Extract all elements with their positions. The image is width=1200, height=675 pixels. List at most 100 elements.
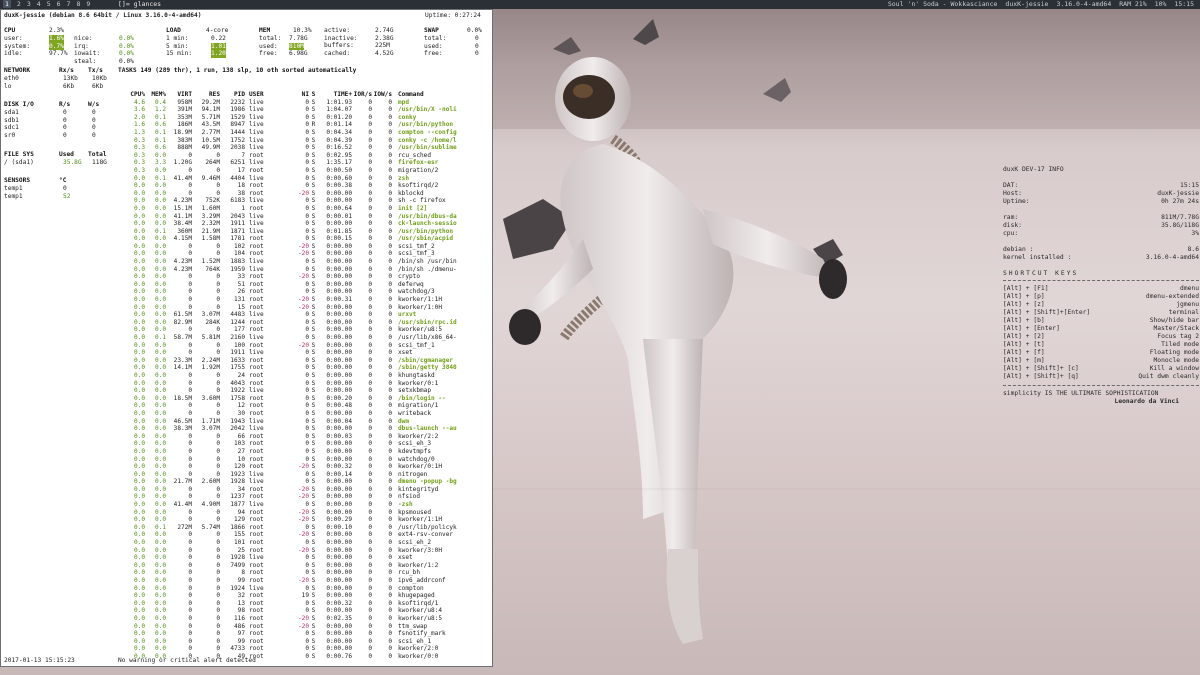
process-row[interactable]: 0.3 0.6 888M 49.9M 2038 live 0 S 0:16.52 0 0/usr/b… xyxy=(118,144,488,152)
process-row[interactable]: 0.0 0.0 0 0 486 root -20 S 0:00.00 0 0 ttm_swap xyxy=(118,623,488,631)
process-row[interactable]: 0.0 0.0 0 0 155 root -20 S 0:00.00 0 0 ext4-rsv-con… xyxy=(118,531,488,539)
workspace-tag-9[interactable]: 9 xyxy=(86,0,90,8)
process-row[interactable]: 0.0 0.0 0 0 101 root 0 S 0:00.00 0 0 scsi_eh_2 xyxy=(118,539,488,547)
process-row[interactable]: 0.0 0.0 0 0 99 root 0 S 0:00.00 0 0 scsi_eh_1 xyxy=(118,638,488,646)
process-row[interactable]: 0.0 0.0 4.23M 752K 6183 live 0 S 0:00.00 0 0 sh -c … xyxy=(118,197,488,205)
process-row[interactable]: 0.0 0.0 4.23M 764K 1959 live 0 S 0:00.00 0 0/bin/s… xyxy=(118,266,488,274)
process-row[interactable]: 3.6 1.2 391M 94.1M 1986 live 0 S 1:04.07 0 0/usr/b… xyxy=(118,106,488,114)
process-row[interactable]: 0.0 0.0 0 0 1237 root -20 S 0:00.00 0 0 nfsiod xyxy=(118,493,488,501)
workspace-tag-6[interactable]: 6 xyxy=(57,0,61,8)
process-row[interactable]: 0.0 0.0 15.1M 1.60M 1 root 0 S 0:00.64 0 0 init [2] xyxy=(118,205,488,213)
process-row[interactable]: 0.0 0.0 0 0 15 root -20 S 0:00.00 0 0 kworker/1:0H xyxy=(118,304,488,312)
process-cell: 0.0 xyxy=(133,561,145,569)
process-row[interactable]: 0.0 0.0 82.9M 284K 1244 root 0 S 0:00.00 0 0/usr/s… xyxy=(118,319,488,327)
workspace-tag-2[interactable]: 2 xyxy=(17,0,21,8)
process-row[interactable]: 0.0 0.0 0 0 131 root -20 S 0:00.31 0 0 kworker/1:1H xyxy=(118,296,488,304)
filesys-cell: 118G xyxy=(92,158,107,166)
process-row[interactable]: 0.0 0.0 0 0 1922 live 0 S 0:00.00 0 0 setxkbmap xyxy=(118,387,488,395)
process-row[interactable]: 0.0 0.0 0 0 26 root 0 S 0:00.00 0 0 watchdog/3 xyxy=(118,288,488,296)
workspace-tag-8[interactable]: 8 xyxy=(76,0,80,8)
process-row[interactable]: 0.0 0.0 0 0 25 root -20 S 0:00.00 0 0 kworker/3:0H xyxy=(118,547,488,555)
process-row[interactable]: 0.0 0.0 0 0 116 root -20 S 0:02.35 0 0 kworker/u8:5 xyxy=(118,615,488,623)
process-row[interactable]: 0.0 0.0 0 0 1923 live 0 S 0:00.14 0 0 nitrogen xyxy=(118,471,488,479)
process-cell: 0.0 xyxy=(154,349,166,357)
process-cell: 1:35.17 xyxy=(326,159,352,167)
process-row[interactable]: 0.0 0.0 0 0 66 root 0 S 0:00.03 0 0 kworker/2:2 xyxy=(118,433,488,441)
process-row[interactable]: 0.3 0.0 0 0 7 root 0 S 0:02.95 0 0 rcu_sched xyxy=(118,152,488,160)
layout-symbol[interactable]: []= xyxy=(118,0,130,8)
process-row[interactable]: 0.0 0.0 0 0 120 root -20 S 0:00.32 0 0 kworker/0:1H xyxy=(118,463,488,471)
process-row[interactable]: 0.0 0.0 0 0 30 root 0 S 0:00.00 0 0 writeback xyxy=(118,410,488,418)
sensors-cell: 0 xyxy=(63,185,67,193)
process-row[interactable]: 0.0 0.0 0 0 1911 live 0 S 0:00.00 0 0 xset xyxy=(118,349,488,357)
terminal-window-glances[interactable]: duxK-jessie (debian 8.6 64bit / Linux 3.… xyxy=(0,9,493,667)
process-row[interactable]: 1.3 0.1 18.9M 2.77M 1444 live 0 S 0:04.34 0 0 compt… xyxy=(118,129,488,137)
process-cell: S xyxy=(311,106,316,114)
process-row[interactable]: 0.0 0.0 0 0 12 root 0 S 0:00.48 0 0 migration/1 xyxy=(118,402,488,410)
process-row[interactable]: 0.0 0.1 360M 21.9M 1871 live 0 S 0:01.85 0 0/usr/b… xyxy=(118,228,488,236)
process-row[interactable]: 0.0 0.0 0 0 104 root -20 S 0:00.00 0 0 scsi_tmf_3 xyxy=(118,250,488,258)
process-row[interactable]: 4.6 0.4 958M 29.2M 2232 live 0 S 1:01.93 0 0 mpd xyxy=(118,99,488,107)
process-row[interactable]: 0.0 0.0 4.23M 1.52M 1883 live 0 S 0:00.00 0 0/bin/… xyxy=(118,258,488,266)
process-row[interactable]: 0.0 0.0 0 0 7499 root 0 S 0:00.00 0 0 kworker/1:2 xyxy=(118,562,488,570)
process-row[interactable]: 0.0 0.0 41.4M 4.90M 1877 live 0 S 0:00.00 0 0 -zsh xyxy=(118,501,488,509)
process-row[interactable]: 0.0 0.0 0 0 51 root 0 S 0:00.00 0 0 deferwq xyxy=(118,281,488,289)
process-row[interactable]: 0.0 0.0 46.5M 1.71M 1943 live 0 S 0:00.04 0 0 dwm xyxy=(118,418,488,426)
process-row[interactable]: 0.0 0.0 0 0 18 root 0 S 0:00.38 0 0 ksoftirqd/2 xyxy=(118,182,488,190)
process-row[interactable]: 0.0 0.1 41.4M 9.46M 4404 live 0 S 0:00.60 0 0 zsh xyxy=(118,175,488,183)
process-row[interactable]: 0.0 0.0 18.5M 3.60M 1758 root 0 S 0:00.20 0 0/bin/… xyxy=(118,395,488,403)
process-row[interactable]: 0.0 0.0 0 0 32 root 19 S 0:00.00 0 0 khugepaged xyxy=(118,592,488,600)
workspace-tag-1[interactable]: 1 xyxy=(3,0,11,8)
process-row[interactable]: 0.0 0.1 58.7M 5.81M 2160 live 0 S 0:00.00 0 0/usr/… xyxy=(118,334,488,342)
process-cell: 94.1M xyxy=(201,106,220,114)
process-cell: 4404 xyxy=(230,174,245,182)
process-row[interactable]: 0.0 0.0 0 0 8 root 0 S 0:00.00 0 0 rcu_bh xyxy=(118,569,488,577)
process-row[interactable]: 0.0 0.0 61.5M 3.07M 4483 live 0 S 0:00.00 0 0 urxvt xyxy=(118,311,488,319)
process-cell: 0 xyxy=(216,561,220,569)
process-row[interactable]: 0.0 0.0 0 0 38 root -20 S 0:00.00 0 0 kblockd xyxy=(118,190,488,198)
process-cell: 0 xyxy=(216,577,220,584)
process-row[interactable]: 0.0 0.0 14.1M 1.92M 1755 root 0 S 0:00.00 0 0/sbin… xyxy=(118,364,488,372)
process-row[interactable]: 0.0 0.1 272M 5.74M 1866 root 0 S 0:00.10 0 0/usr/l… xyxy=(118,524,488,532)
process-cell: 155 xyxy=(233,531,245,539)
workspace-tag-7[interactable]: 7 xyxy=(67,0,71,8)
process-row[interactable]: 0.0 0.0 4.15M 1.58M 1781 root 0 S 0:00.15 0 0/usr/… xyxy=(118,235,488,243)
process-row[interactable]: 0.0 0.0 0 0 97 root 0 S 0:00.00 0 0 fsnotify_mark xyxy=(118,630,488,638)
process-cell: 97 xyxy=(237,630,245,638)
process-row[interactable]: 0.0 0.0 41.1M 3.29M 2043 live 0 S 0:00.01 0 0/usr/… xyxy=(118,213,488,221)
process-row[interactable]: 0.0 0.0 0 0 177 root 0 S 0:00.00 0 0 kworker/u8:5 xyxy=(118,326,488,334)
process-row[interactable]: 0.0 0.0 0 0 1928 live 0 S 0:00.00 0 0 xset xyxy=(118,554,488,562)
process-row[interactable]: 0.0 0.0 38.3M 3.07M 2042 live 0 S 0:00.00 0 0 dbus-… xyxy=(118,425,488,433)
process-row[interactable]: 0.0 0.0 0 0 100 root -20 S 0:00.00 0 0 scsi_tmf_1 xyxy=(118,342,488,350)
process-row[interactable]: 0.0 0.0 0 0 4043 root 0 S 0:00.00 0 0 kworker/0:1 xyxy=(118,380,488,388)
process-row[interactable]: 0.0 0.0 23.3M 2.24M 1633 root 0 S 0:00.00 0 0/sbin… xyxy=(118,357,488,365)
workspace-tag-5[interactable]: 5 xyxy=(47,0,51,8)
process-row[interactable]: 0.0 0.0 0 0 24 root 0 S 0:00.00 0 0 khungtaskd xyxy=(118,372,488,380)
process-cell: 0 xyxy=(388,204,392,212)
process-row[interactable]: 2.0 0.1 353M 5.71M 1529 live 0 S 0:01.20 0 0 conky xyxy=(118,114,488,122)
process-row[interactable]: 0.0 0.0 0 0 33 root -20 S 0:00.00 0 0 crypto xyxy=(118,273,488,281)
process-row[interactable]: 0.0 0.0 0 0 99 root -20 S 0:00.00 0 0 ipv6_addrconf xyxy=(118,577,488,585)
process-row[interactable]: 0.0 0.0 0 0 13 root 0 S 0:00.32 0 0 ksoftirqd/1 xyxy=(118,600,488,608)
process-row[interactable]: 0.0 0.0 0 0 103 root 0 S 0:00.00 0 0 scsi_eh_3 xyxy=(118,440,488,448)
process-cell: 0 xyxy=(305,280,309,288)
process-row[interactable]: 0.0 0.0 0 0 34 root -20 S 0:00.00 0 0 kintegrityd xyxy=(118,486,488,494)
process-cell: 0 xyxy=(305,197,309,205)
process-row[interactable]: 0.0 0.0 0 0 129 root -20 S 0:00.29 0 0 kworker/1:1H xyxy=(118,516,488,524)
process-cell: live xyxy=(249,197,264,205)
process-row[interactable]: 0.0 0.0 0 0 94 root -20 S 0:00.00 0 0 kpsmoused xyxy=(118,509,488,517)
process-row[interactable]: 1.6 0.6 186M 43.5M 8947 live 0 R 0:01.14 0 0/usr/b… xyxy=(118,121,488,129)
process-row[interactable]: 0.3 3.3 1.20G 264M 6251 live 0 S 1:35.17 0 0 firefo… xyxy=(118,159,488,167)
process-row[interactable]: 0.0 0.0 0 0 10 root 0 S 0:00.00 0 0 watchdog/0 xyxy=(118,456,488,464)
process-row[interactable]: 0.0 0.0 0 0 4733 root 0 S 0:00.00 0 0 kworker/2:0 xyxy=(118,645,488,653)
process-row[interactable]: 0.0 0.0 21.7M 2.60M 1928 live 0 S 0:00.00 0 0 dmenu… xyxy=(118,478,488,486)
process-row[interactable]: 0.0 0.0 0 0 1924 live 0 S 0:00.00 0 0 compton xyxy=(118,585,488,593)
process-row[interactable]: 0.0 0.0 38.4M 2.32M 1911 live 0 S 0:00.00 0 0 ck-la… xyxy=(118,220,488,228)
process-row[interactable]: 0.0 0.0 0 0 27 root 0 S 0:00.00 0 0 kdevtmpfs xyxy=(118,448,488,456)
process-row[interactable]: 0.0 0.0 0 0 98 root 0 S 0:00.00 0 0 kworker/u8:4 xyxy=(118,607,488,615)
workspace-tag-4[interactable]: 4 xyxy=(37,0,41,8)
process-row[interactable]: 0.3 0.0 0 0 17 root 0 S 0:00.50 0 0 migration/2 xyxy=(118,167,488,175)
process-row[interactable]: 0.0 0.0 0 0 102 root -20 S 0:00.00 0 0 scsi_tmf_2 xyxy=(118,243,488,251)
workspace-tag-3[interactable]: 3 xyxy=(27,0,31,8)
process-row[interactable]: 0.3 0.1 383M 10.5M 1752 live 0 S 0:04.39 0 0 conky … xyxy=(118,137,488,145)
